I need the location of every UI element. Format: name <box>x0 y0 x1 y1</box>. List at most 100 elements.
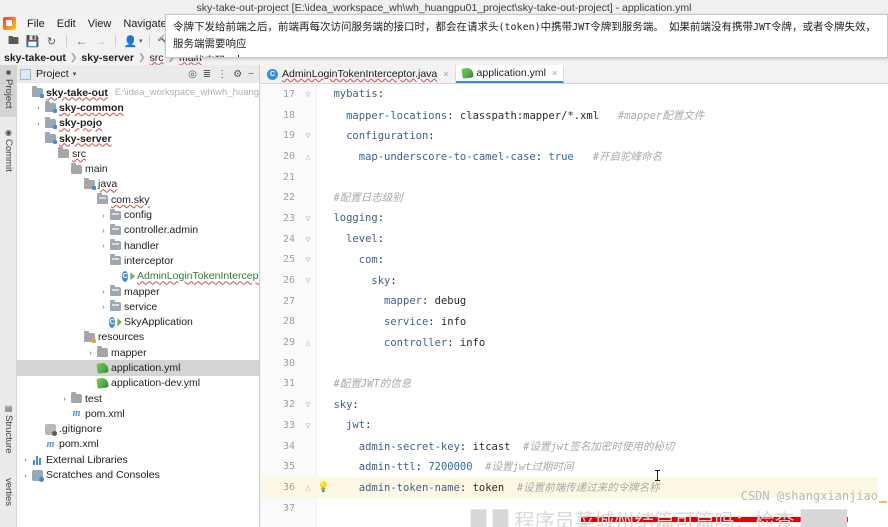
code-line-33[interactable]: 33▽💡 jwt: <box>261 415 888 436</box>
close-icon[interactable]: × <box>443 69 448 79</box>
chevron-down-icon[interactable]: ▾ <box>139 37 143 45</box>
editor-marker-strip[interactable] <box>878 149 888 527</box>
tree-node-external-libraries[interactable]: › External Libraries <box>17 452 259 467</box>
tree-node-sky-take-out[interactable]: ⱟ sky-take-out E:\idea_workspace_wh\wh_hua… <box>17 85 259 100</box>
save-icon[interactable]: 💾 <box>24 34 41 49</box>
sidebar-item-project[interactable]: ■ Project <box>0 65 17 117</box>
tree-expand-arrow[interactable]: › <box>33 119 44 128</box>
menu-item-edit[interactable]: Edit <box>51 17 82 31</box>
gear-icon[interactable]: ⚙ <box>233 69 242 80</box>
fold-marker[interactable]: ▽ <box>299 214 317 223</box>
tree-node-mapper[interactable]: › mapper <box>17 284 259 299</box>
profile-icon[interactable]: 👤 <box>122 34 139 49</box>
tree-node-scratches-and-consoles[interactable]: › Scratches and Consoles <box>17 467 259 482</box>
tree-node-interceptor[interactable]: ⱟ interceptor <box>17 253 259 268</box>
back-icon[interactable]: ← <box>73 34 90 49</box>
tree-node-pom-xml[interactable]: m pom.xml <box>17 406 259 421</box>
tree-expand-arrow[interactable]: ⱟ <box>46 149 57 158</box>
code-line-27[interactable]: 27💡 mapper: debug <box>261 291 888 312</box>
fold-marker[interactable]: ▽ <box>299 235 317 244</box>
tree-expand-arrow[interactable]: ⱟ <box>33 134 44 143</box>
fold-marker[interactable]: △ <box>299 338 317 347</box>
menu-item-file[interactable]: File <box>21 17 51 31</box>
tree-node-sky-pojo[interactable]: › sky-pojo <box>17 116 259 131</box>
tree-expand-arrow[interactable]: › <box>98 211 109 220</box>
tree-expand-arrow[interactable]: › <box>98 302 109 311</box>
project-tree[interactable]: ⱟ sky-take-out E:\idea_workspace_wh\wh_hua… <box>17 83 259 527</box>
tree-node-adminlogintokeninterceptor[interactable]: C AdminLoginTokenInterceptor <box>17 269 259 284</box>
menu-item-view[interactable]: View <box>82 17 118 31</box>
tree-node-application-dev-yml[interactable]: application-dev.yml <box>17 376 259 391</box>
tree-expand-arrow[interactable]: ⱟ <box>98 256 109 265</box>
code-line-19[interactable]: 19▽💡 configuration: <box>261 125 888 146</box>
code-line-17[interactable]: 17▽💡mybatis: <box>261 84 888 105</box>
breadcrumb-item-1[interactable]: sky-server <box>81 52 134 64</box>
code-line-34[interactable]: 34💡 admin-secret-key: itcast #设置jwt签名加密时… <box>261 436 888 457</box>
tree-expand-arrow[interactable]: › <box>20 455 31 464</box>
target-icon[interactable]: ◎ <box>188 69 197 80</box>
open-folder-icon[interactable]: 🖿 <box>5 34 22 49</box>
tree-node-skyapplication[interactable]: C SkyApplication <box>17 314 259 329</box>
code-line-31[interactable]: 31💡#配置JWT的信息 <box>261 374 888 395</box>
tree-expand-arrow[interactable]: › <box>59 394 70 403</box>
tree-expand-arrow[interactable]: ⱟ <box>20 88 31 97</box>
code-line-22[interactable]: 22💡#配置日志级别 <box>261 187 888 208</box>
fold-marker[interactable]: ▽ <box>299 421 317 430</box>
tree-node-handler[interactable]: › handler <box>17 238 259 253</box>
code-editor[interactable]: 17 ▽ 💡 mybatis: 18💡 mapper-locations: classp… <box>261 84 888 527</box>
tree-node-service[interactable]: › service <box>17 299 259 314</box>
tree-node-com-sky[interactable]: ⱟ com.sky <box>17 192 259 207</box>
breadcrumb-item-2[interactable]: src <box>150 52 164 64</box>
tree-node-main[interactable]: ⱟ main <box>17 161 259 176</box>
minimize-icon[interactable]: − <box>248 69 254 80</box>
tree-node-src[interactable]: ⱟ src <box>17 146 259 161</box>
warning-marker[interactable] <box>879 501 887 503</box>
tree-node--gitignore[interactable]: .gitignore <box>17 422 259 437</box>
tree-node-sky-common[interactable]: › sky-common <box>17 100 259 115</box>
sidebar-item-commit[interactable]: ◉ Commit <box>0 125 17 183</box>
collapse-all-icon[interactable]: ⋮ <box>217 69 227 80</box>
tree-expand-arrow[interactable]: › <box>98 226 109 235</box>
tree-expand-arrow[interactable]: › <box>33 103 44 112</box>
editor-tab-application-yml[interactable]: application.yml × <box>456 65 565 83</box>
tree-node-mapper[interactable]: › mapper <box>17 345 259 360</box>
close-icon[interactable]: × <box>552 68 557 78</box>
code-lines[interactable]: 17 ▽ 💡 mybatis: 18💡 mapper-locations: classp… <box>261 84 888 518</box>
chevron-down-icon[interactable]: ▾ <box>73 70 77 78</box>
code-line-32[interactable]: 32▽💡sky: <box>261 394 888 415</box>
expand-all-icon[interactable]: ≣ <box>203 69 211 80</box>
code-line-29[interactable]: 29△💡 controller: info <box>261 332 888 353</box>
tree-node-java[interactable]: ⱟ java <box>17 177 259 192</box>
fold-marker[interactable]: △ <box>299 483 317 492</box>
tree-expand-arrow[interactable]: › <box>98 241 109 250</box>
tree-node-pom-xml[interactable]: m pom.xml <box>17 437 259 452</box>
tree-node-controller-admin[interactable]: › controller.admin <box>17 223 259 238</box>
code-line-30[interactable]: 30💡 <box>261 353 888 374</box>
sidebar-item-properties[interactable]: verties <box>0 475 17 527</box>
tree-expand-arrow[interactable]: ⱟ <box>72 180 83 189</box>
fold-marker[interactable]: ▽ <box>299 255 317 264</box>
fold-marker[interactable]: ▽ <box>299 90 317 99</box>
code-line-24[interactable]: 24▽💡 level: <box>261 229 888 250</box>
fold-marker[interactable]: ▽ <box>299 131 317 140</box>
tree-node-sky-server[interactable]: ⱟ sky-server <box>17 131 259 146</box>
fold-marker[interactable]: ▽ <box>299 276 317 285</box>
code-line-23[interactable]: 23▽💡logging: <box>261 208 888 229</box>
tree-expand-arrow[interactable]: › <box>85 348 96 357</box>
sidebar-item-structure[interactable]: ▤ Structure <box>0 401 17 469</box>
tree-expand-arrow[interactable]: › <box>98 287 109 296</box>
tree-node-application-yml[interactable]: application.yml <box>17 360 259 375</box>
tree-expand-arrow[interactable]: › <box>20 471 31 480</box>
code-line-21[interactable]: 21💡 <box>261 167 888 188</box>
tree-expand-arrow[interactable]: ⱟ <box>59 165 70 174</box>
tree-node-config[interactable]: › config <box>17 207 259 222</box>
code-line-25[interactable]: 25▽💡 com: <box>261 250 888 271</box>
code-line-28[interactable]: 28💡 service: info <box>261 312 888 333</box>
tree-node-test[interactable]: › test <box>17 391 259 406</box>
tree-expand-arrow[interactable]: ⱟ <box>72 333 83 342</box>
sync-icon[interactable]: ↻ <box>43 34 60 49</box>
fold-marker[interactable]: △ <box>299 152 317 161</box>
fold-marker[interactable]: ▽ <box>299 400 317 409</box>
code-line-35[interactable]: 35💡 admin-ttl: 7200000 #设置jwt过期时间 <box>261 456 888 477</box>
code-line-18[interactable]: 18💡 mapper-locations: classpath:mapper/*… <box>261 105 888 126</box>
